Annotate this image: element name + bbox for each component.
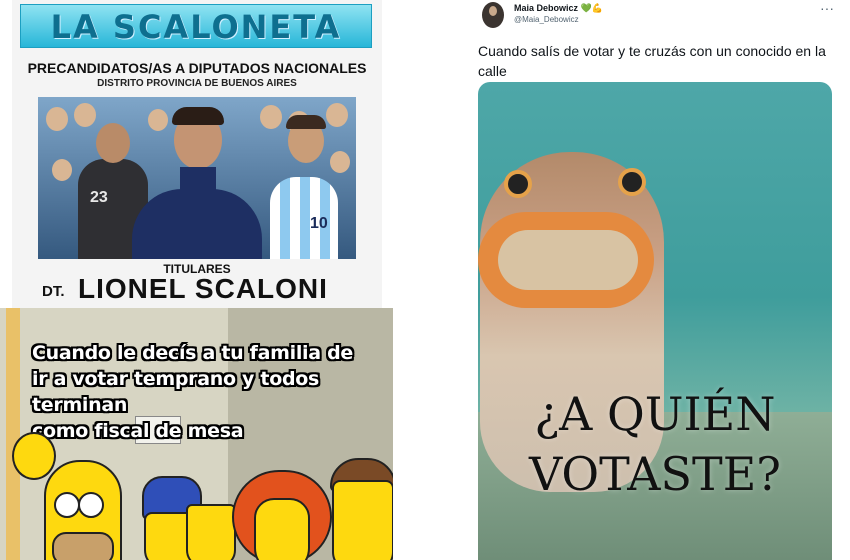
bart-figure (186, 504, 236, 560)
image-caption: ¿A QUIÉN VOTASTE? (478, 384, 832, 504)
jersey-number-23: 23 (90, 189, 108, 206)
simpsons-meme: Cuando le decís a tu familia de ir a vot… (0, 308, 393, 560)
poster-district: DISTRITO PROVINCIA DE BUENOS AIRES (97, 78, 297, 89)
more-options-icon[interactable]: ··· (820, 0, 834, 16)
fish-eye (618, 168, 646, 196)
scaloneta-poster: LA SCALONETA PRECANDIDATOS/AS A DIPUTADO… (12, 0, 382, 308)
tweet-text: Cuando salís de votar y te cruzás con un… (478, 43, 826, 79)
coach-figure (132, 189, 262, 259)
team-photo: 23 10 (38, 97, 356, 259)
tweet-image[interactable]: ¿A QUIÉN VOTASTE? (478, 82, 832, 560)
poster-banner: LA SCALONETA (20, 4, 372, 48)
poster-title: LA SCALONETA (50, 8, 342, 46)
fish-eye (504, 170, 532, 198)
author-handle[interactable]: @Maia_Debowicz (514, 15, 579, 24)
meme-caption: Cuando le decís a tu familia de ir a vot… (32, 340, 392, 444)
image-caption-line: ¿A QUIÉN (534, 387, 776, 441)
meme-caption-line: como fiscal de mesa (32, 420, 244, 442)
poster-name-prefix: DT. (42, 283, 65, 300)
ned-figure (326, 458, 393, 560)
author-avatar[interactable] (482, 2, 504, 28)
author-name-text[interactable]: Maia Debowicz (514, 3, 578, 13)
author-emoji: 💚💪 (580, 3, 603, 13)
author-name[interactable]: Maia Debowicz 💚💪 (514, 3, 603, 14)
jersey-number-10: 10 (310, 215, 328, 232)
small-character-figure (12, 432, 56, 480)
image-caption-line: VOTASTE? (529, 447, 781, 501)
redhead-figure (232, 470, 332, 560)
tweet-card: Maia Debowicz 💚💪 @Maia_Debowicz ··· Cuan… (466, 0, 850, 560)
poster-candidate-name: LIONEL SCALONI (78, 273, 328, 304)
meme-caption-line: ir a votar temprano y todos terminan (32, 368, 320, 416)
meme-caption-line: Cuando le decís a tu familia de (32, 342, 353, 364)
poster-subtitle: PRECANDIDATOS/AS A DIPUTADOS NACIONALES (27, 60, 367, 76)
door-frame (6, 308, 20, 560)
homer-figure (44, 460, 122, 560)
